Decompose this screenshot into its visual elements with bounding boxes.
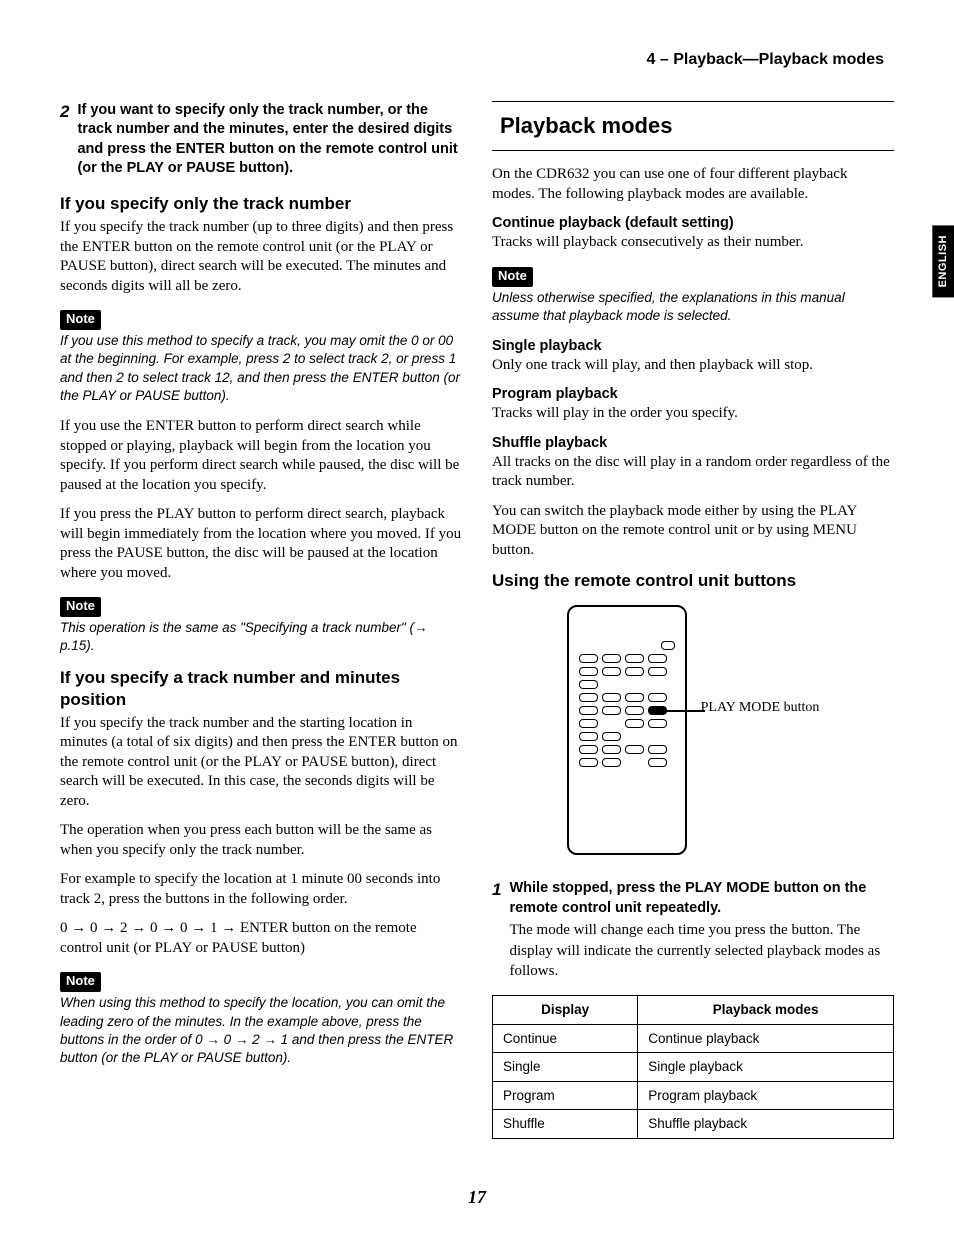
note-text: If you use this method to specify a trac… [60, 332, 462, 405]
cell-mode: Single playback [638, 1053, 894, 1082]
table-header-modes: Playback modes [638, 996, 894, 1025]
paragraph: Tracks will playback consecutively as th… [492, 233, 894, 253]
table-header-display: Display [493, 996, 638, 1025]
language-tab: ENGLISH [932, 225, 954, 297]
remote-outline [567, 605, 687, 855]
paragraph: The operation when you press each button… [60, 821, 462, 860]
note-text: When using this method to specify the lo… [60, 994, 462, 1067]
cell-display: Single [493, 1053, 638, 1082]
paragraph: If you use the ENTER button to perform d… [60, 417, 462, 495]
note-label: Note [60, 310, 101, 330]
table-row: ShuffleShuffle playback [493, 1110, 894, 1139]
remote-diagram: PLAY MODE button [492, 605, 894, 855]
note-label: Note [60, 597, 101, 617]
cell-mode: Continue playback [638, 1024, 894, 1053]
heading-remote-buttons: Using the remote control unit buttons [492, 570, 894, 591]
step-number: 1 [492, 879, 501, 981]
paragraph: 0 → 0 → 2 → 0 → 0 → 1 → ENTER button on … [60, 919, 462, 958]
subheading-shuffle: Shuffle playback [492, 434, 894, 453]
paragraph: You can switch the playback mode either … [492, 502, 894, 561]
step-text: If you want to specify only the track nu… [77, 101, 462, 179]
step-text-body: The mode will change each time you press… [509, 920, 894, 981]
cell-mode: Shuffle playback [638, 1110, 894, 1139]
note-label: Note [492, 267, 533, 287]
table-row: ProgramProgram playback [493, 1081, 894, 1110]
cell-mode: Program playback [638, 1081, 894, 1110]
paragraph: If you specify the track number and the … [60, 714, 462, 812]
paragraph: For example to specify the location at 1… [60, 870, 462, 909]
heading-minutes-position: If you specify a track number and minute… [60, 667, 462, 710]
step-1: 1 While stopped, press the PLAY MODE but… [492, 879, 894, 981]
note-text: This operation is the same as "Specifyin… [60, 619, 462, 655]
paragraph: If you press the PLAY button to perform … [60, 505, 462, 583]
step-2: 2 If you want to specify only the track … [60, 101, 462, 179]
paragraph: On the CDR632 you can use one of four di… [492, 165, 894, 204]
step-number: 2 [60, 101, 69, 179]
heading-track-number: If you specify only the track number [60, 193, 462, 214]
paragraph: All tracks on the disc will play in a ra… [492, 453, 894, 492]
left-column: 2 If you want to specify only the track … [60, 101, 462, 1139]
callout-play-mode: PLAY MODE button [701, 699, 820, 717]
right-column: Playback modes On the CDR632 you can use… [492, 101, 894, 1139]
table-row: ContinueContinue playback [493, 1024, 894, 1053]
cell-display: Shuffle [493, 1110, 638, 1139]
cell-display: Program [493, 1081, 638, 1110]
page-number: 17 [0, 1186, 954, 1209]
subheading-continue: Continue playback (default setting) [492, 214, 894, 233]
subheading-single: Single playback [492, 337, 894, 356]
note-text: Unless otherwise specified, the explanat… [492, 289, 894, 325]
cell-display: Continue [493, 1024, 638, 1053]
paragraph: Tracks will play in the order you specif… [492, 404, 894, 424]
paragraph: Only one track will play, and then playb… [492, 356, 894, 376]
paragraph: If you specify the track number (up to t… [60, 218, 462, 296]
note-label: Note [60, 972, 101, 992]
heading-playback-modes: Playback modes [492, 101, 894, 152]
page-header: 4 – Playback—Playback modes [60, 50, 894, 71]
playback-modes-table: Display Playback modes ContinueContinue … [492, 995, 894, 1139]
content-columns: 2 If you want to specify only the track … [60, 101, 894, 1139]
step-text-bold: While stopped, press the PLAY MODE butto… [509, 879, 894, 918]
subheading-program: Program playback [492, 385, 894, 404]
table-row: SingleSingle playback [493, 1053, 894, 1082]
